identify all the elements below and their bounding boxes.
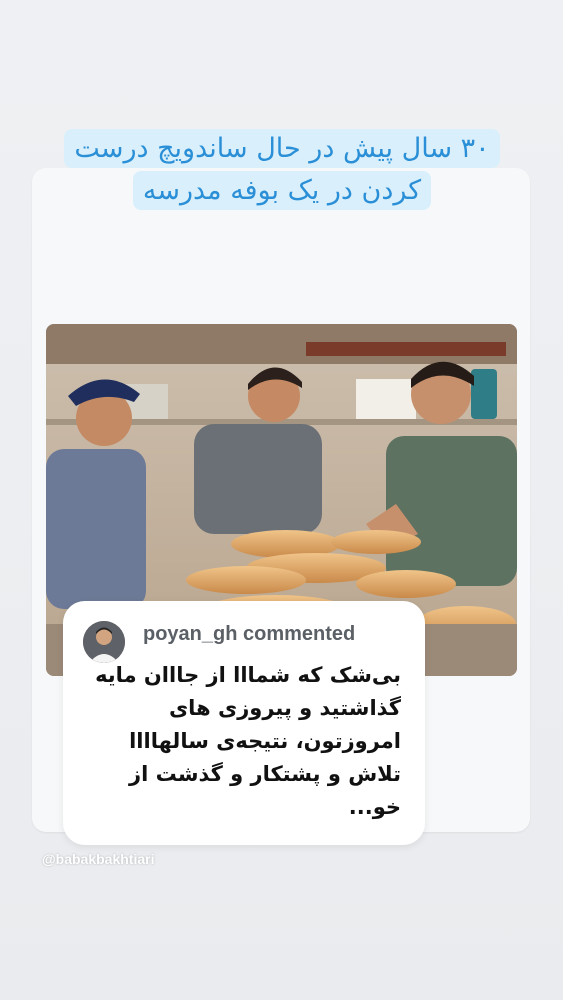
watermark-handle: @babakbakhtiari [42, 851, 155, 867]
caption-line-2: کردن در یک بوفه مدرسه [132, 170, 432, 210]
comment-username: poyan_gh commented [143, 623, 356, 645]
caption-line-1: ۳۰ سال پیش در حال ساندویچ درست [64, 129, 500, 168]
avatar [83, 621, 125, 663]
story-caption: ۳۰ سال پیش در حال ساندویچ درست کردن در ی… [47, 128, 517, 212]
comment-text: بی‌شک که شمااا از جااان مایه گذاشتید و پ… [95, 663, 401, 819]
comment-card[interactable]: poyan_gh commented بی‌شک که شمااا از جاا… [63, 601, 425, 845]
